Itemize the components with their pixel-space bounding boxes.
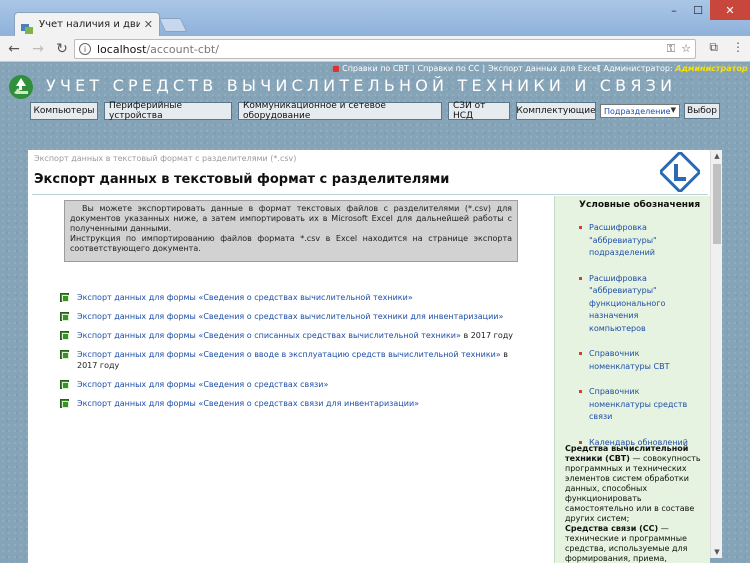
window-controls: – ☐ ✕ bbox=[662, 0, 750, 20]
close-window-icon[interactable]: ✕ bbox=[710, 0, 750, 20]
top-links: ■ Справки по СВТ | Справки по СС | Экспорт д… bbox=[332, 64, 600, 73]
select-button[interactable]: Выбор bbox=[684, 103, 720, 119]
menu-components[interactable]: Комплектующие bbox=[516, 102, 596, 120]
export-link[interactable]: Экспорт данных для формы «Сведения о вво… bbox=[77, 350, 501, 359]
toplink-excel[interactable]: Экспорт данных для Excel bbox=[488, 64, 599, 73]
export-link[interactable]: Экспорт данных для формы «Сведения о сре… bbox=[77, 293, 413, 302]
bullet-icon bbox=[579, 352, 582, 355]
scroll-up-icon[interactable]: ▲ bbox=[711, 150, 723, 162]
tab-close-icon[interactable]: ✕ bbox=[144, 18, 153, 31]
bullet-icon bbox=[579, 226, 582, 229]
tab-title: Учет наличия и движен bbox=[39, 19, 140, 30]
sidebar: Условные обозначения Расшифровка "аббрев… bbox=[554, 196, 710, 563]
maximize-icon[interactable]: ☐ bbox=[686, 0, 710, 20]
browser-titlebar: Учет наличия и движен ✕ – ☐ ✕ bbox=[0, 0, 750, 36]
definitions: Средства вычислительной техники (СВТ) — … bbox=[565, 444, 701, 563]
url-host: localhost bbox=[97, 42, 147, 56]
toplink-ss[interactable]: Справки по СС bbox=[418, 64, 480, 73]
list-item: Экспорт данных для формы «Сведения о сре… bbox=[60, 292, 530, 303]
forward-arrow-icon[interactable]: → bbox=[28, 39, 48, 59]
menu-szi[interactable]: СЗИ от НСД bbox=[448, 101, 510, 121]
browser-tab[interactable]: Учет наличия и движен ✕ bbox=[14, 12, 160, 36]
menu-peripherals[interactable]: Периферийные устройства bbox=[104, 101, 232, 121]
browser-toolbar: ← → ↻ i localhost/account-cbt/ ⚿ ☆ ⧉ ⋮ bbox=[0, 36, 750, 62]
department-select[interactable]: Подразделение ▼ bbox=[600, 104, 680, 118]
bookmark-star-icon[interactable]: ☆ bbox=[681, 42, 691, 56]
chevron-down-icon: ▼ bbox=[670, 106, 676, 114]
menu-network[interactable]: Коммуникационное и сетевое оборудование bbox=[238, 101, 442, 121]
cast-icon[interactable]: ⧉ bbox=[709, 40, 718, 55]
menu-computers[interactable]: Компьютеры bbox=[30, 102, 98, 120]
bullet-icon bbox=[579, 390, 582, 393]
divider bbox=[32, 194, 708, 195]
reload-icon[interactable]: ↻ bbox=[52, 39, 72, 59]
scrollbar[interactable]: ▲ ▼ bbox=[710, 150, 722, 558]
export-link[interactable]: Экспорт данных для формы «Сведения о сре… bbox=[77, 399, 419, 408]
menu-dots-icon[interactable]: ⋮ bbox=[732, 40, 744, 55]
info-icon[interactable]: i bbox=[79, 43, 91, 55]
key-icon[interactable]: ⚿ bbox=[667, 42, 675, 56]
address-bar[interactable]: i localhost/account-cbt/ ⚿ ☆ bbox=[74, 39, 696, 59]
list-item: Экспорт данных для формы «Сведения о вво… bbox=[60, 349, 530, 371]
sidebar-title: Условные обозначения bbox=[579, 200, 701, 210]
recycle-logo-icon bbox=[8, 74, 34, 100]
page-title: Экспорт данных в текстовый формат с разд… bbox=[34, 172, 450, 187]
admin-role[interactable]: Администратор bbox=[675, 64, 747, 73]
content-panel: Экспорт данных в текстовый формат с разд… bbox=[28, 150, 710, 563]
corner-logo-icon bbox=[658, 150, 702, 194]
list-item: Экспорт данных для формы «Сведения о сре… bbox=[60, 311, 530, 322]
info-box: Вы можете экспортировать данные в формат… bbox=[64, 200, 518, 262]
excel-icon bbox=[60, 380, 69, 389]
export-link[interactable]: Экспорт данных для формы «Сведения о спи… bbox=[77, 331, 461, 340]
excel-icon bbox=[60, 312, 69, 321]
breadcrumb: Экспорт данных в текстовый формат с разд… bbox=[34, 154, 297, 163]
list-item: Экспорт данных для формы «Сведения о сре… bbox=[60, 379, 530, 390]
sidebar-item[interactable]: Справочник номенклатуры СВТ bbox=[565, 348, 695, 373]
list-item: Экспорт данных для формы «Сведения о сре… bbox=[60, 398, 530, 409]
new-tab-button[interactable] bbox=[158, 18, 188, 32]
scroll-thumb[interactable] bbox=[713, 164, 721, 244]
excel-icon bbox=[60, 331, 69, 340]
bullet-icon bbox=[579, 276, 582, 280]
list-item: Экспорт данных для формы «Сведения о спи… bbox=[60, 330, 530, 341]
site-title: Учет средств вычислительной техники и св… bbox=[46, 76, 677, 95]
admin-info: [ Администратор: Администратор ] bbox=[598, 64, 748, 73]
export-link[interactable]: Экспорт данных для формы «Сведения о сре… bbox=[77, 380, 328, 389]
sidebar-item[interactable]: Расшифровка "аббревиатуры" подразделений bbox=[565, 222, 695, 260]
excel-icon bbox=[60, 293, 69, 302]
link-marker-icon: ■ bbox=[332, 64, 340, 73]
page: ■ Справки по СВТ | Справки по СС | Экспорт д… bbox=[0, 62, 750, 563]
excel-icon bbox=[60, 399, 69, 408]
export-link[interactable]: Экспорт данных для формы «Сведения о сре… bbox=[77, 312, 503, 321]
scroll-down-icon[interactable]: ▼ bbox=[711, 546, 723, 558]
sidebar-item[interactable]: Расшифровка "аббревиатуры" функционально… bbox=[565, 273, 695, 336]
url-path: /account-cbt/ bbox=[146, 42, 219, 56]
minimize-icon[interactable]: – bbox=[662, 0, 686, 20]
sidebar-item[interactable]: Справочник номенклатуры средств связи bbox=[565, 386, 695, 424]
toplink-svt[interactable]: Справки по СВТ bbox=[342, 64, 409, 73]
excel-icon bbox=[60, 350, 69, 359]
back-arrow-icon[interactable]: ← bbox=[4, 39, 24, 59]
export-links: Экспорт данных для формы «Сведения о сре… bbox=[60, 292, 530, 417]
sidebar-list: Расшифровка "аббревиатуры" подразделений… bbox=[565, 222, 695, 462]
page-favicon-icon bbox=[21, 19, 33, 34]
